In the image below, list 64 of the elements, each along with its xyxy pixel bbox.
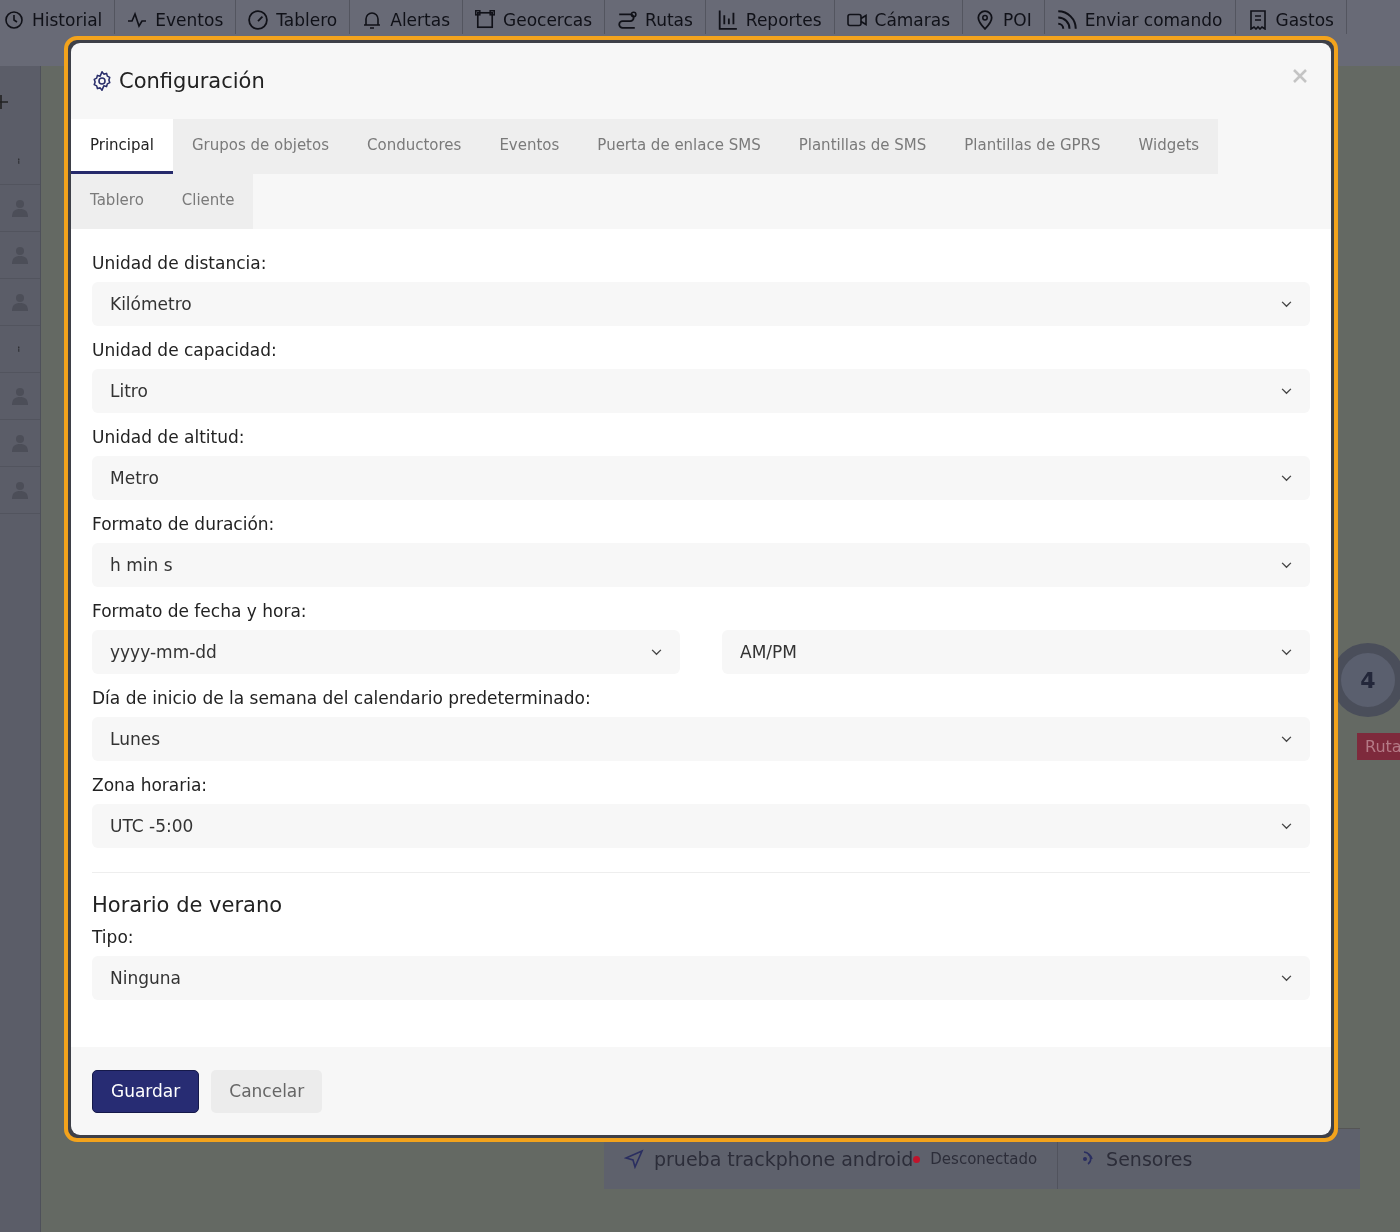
- chevron-down-icon: [1281, 648, 1292, 656]
- dialog-title: Configuración: [119, 69, 265, 93]
- select-field[interactable]: yyyy-mm-dd: [92, 630, 680, 674]
- settings-icon: [91, 70, 113, 92]
- tab[interactable]: Plantillas de GPRS: [945, 119, 1120, 174]
- navigation-arrow-icon: [624, 1149, 644, 1169]
- select-field[interactable]: Ninguna: [92, 956, 1310, 1000]
- nav-item[interactable]: Geocercas: [463, 0, 606, 34]
- signal-icon: [1056, 10, 1077, 30]
- tab[interactable]: Grupos de objetos: [172, 119, 348, 174]
- select-field[interactable]: Kilómetro: [92, 282, 1310, 326]
- route-icon: [617, 10, 638, 30]
- field-label: Día de inicio de la semana del calendario predeterminado:: [92, 688, 592, 708]
- clock-icon: [4, 10, 24, 30]
- select-field[interactable]: AM/PM: [722, 630, 1310, 674]
- nav-item[interactable]: Enviar comando: [1044, 0, 1236, 34]
- polygon-icon: [475, 10, 495, 30]
- field-label: Tipo:: [92, 927, 135, 947]
- tab[interactable]: Cliente: [162, 174, 254, 229]
- cancel-button[interactable]: Cancelar: [211, 1069, 323, 1113]
- tab[interactable]: Principal: [71, 119, 173, 174]
- nav-item[interactable]: Alertas: [350, 0, 463, 34]
- chevron-down-icon: [1281, 735, 1292, 743]
- tab[interactable]: Widgets: [1119, 119, 1219, 174]
- nav-item[interactable]: Rutas: [605, 0, 706, 34]
- field-label: Zona horaria:: [92, 775, 209, 795]
- route-label: Ruta: [1357, 733, 1400, 760]
- field-label: Formato de duración:: [92, 514, 276, 534]
- chevron-down-icon: [1281, 822, 1292, 830]
- nav-item[interactable]: Historial: [0, 0, 116, 34]
- nav-item[interactable]: POI: [963, 0, 1045, 34]
- save-button[interactable]: Guardar: [92, 1069, 200, 1113]
- select-field[interactable]: Lunes: [92, 717, 1310, 761]
- field-label: Formato de fecha y hora:: [92, 601, 308, 621]
- pulse-icon: [127, 10, 148, 30]
- status-dot: [913, 1155, 921, 1163]
- select-field[interactable]: UTC -5:00: [92, 804, 1310, 848]
- tab[interactable]: Eventos: [480, 119, 579, 174]
- chevron-down-icon: [1281, 300, 1292, 308]
- nav-item[interactable]: Gastos: [1235, 0, 1347, 34]
- select-field[interactable]: Metro: [92, 456, 1310, 500]
- select-field[interactable]: Litro: [92, 369, 1310, 413]
- tab[interactable]: Conductores: [348, 119, 481, 174]
- field-label: Unidad de capacidad:: [92, 340, 278, 360]
- receipt-icon: [1247, 10, 1268, 30]
- nav-item[interactable]: Cámaras: [834, 0, 964, 34]
- select-field[interactable]: h min s: [92, 543, 1310, 587]
- chevron-down-icon: [1281, 474, 1292, 482]
- nav-item[interactable]: Reportes: [705, 0, 835, 34]
- section-heading: Horario de verano: [92, 893, 284, 917]
- field-label: Unidad de altitud:: [92, 427, 246, 447]
- chevron-down-icon: [651, 648, 662, 656]
- bar-chart-icon: [717, 10, 738, 30]
- nav-item[interactable]: Tablero: [236, 0, 351, 34]
- tab[interactable]: Tablero: [71, 174, 163, 229]
- nav-item[interactable]: Eventos: [115, 0, 237, 34]
- chevron-down-icon: [1281, 387, 1292, 395]
- gauge-icon: [248, 10, 269, 30]
- bell-icon: [362, 10, 383, 30]
- field-label: Unidad de distancia:: [92, 253, 268, 273]
- tab[interactable]: Plantillas de SMS: [779, 119, 946, 174]
- tab[interactable]: Puerta de enlace SMS: [578, 119, 780, 174]
- chevron-down-icon: [1281, 974, 1292, 982]
- chevron-down-icon: [1281, 561, 1292, 569]
